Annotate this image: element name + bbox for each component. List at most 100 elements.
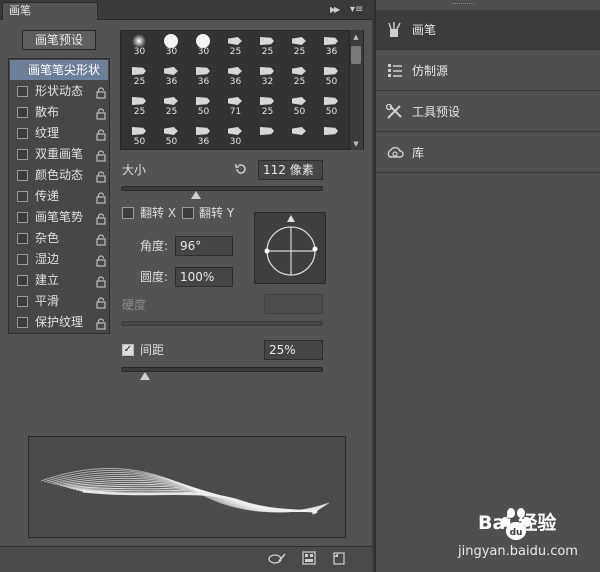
bristle-brush-icon	[164, 67, 178, 75]
option-checkbox[interactable]	[17, 233, 28, 244]
brush-tip-tile[interactable]: 25	[123, 64, 156, 88]
brush-tip-tile[interactable]: 32	[251, 64, 284, 88]
dock-item-clone-source[interactable]: 仿制源	[376, 51, 600, 91]
lock-icon[interactable]	[96, 232, 106, 246]
brush-option-row[interactable]: 散布	[10, 102, 108, 123]
brush-tip-tile[interactable]: 71	[219, 94, 252, 118]
brush-tip-tile[interactable]: 50	[283, 94, 316, 118]
toggle-live-tip-icon[interactable]	[268, 551, 286, 565]
brush-option-row[interactable]: 保护纹理	[10, 312, 108, 333]
brush-tip-tile[interactable]	[251, 124, 284, 148]
brush-tip-tile[interactable]: 25	[219, 34, 252, 58]
brush-option-row[interactable]: 建立	[10, 270, 108, 291]
brush-tip-tile[interactable]: 36	[155, 64, 188, 88]
brush-option-row[interactable]: 双重画笔	[10, 144, 108, 165]
brush-tip-tile[interactable]: 50	[315, 94, 348, 118]
lock-icon[interactable]	[96, 253, 106, 267]
size-slider-thumb[interactable]	[190, 191, 201, 199]
brush-tip-tile[interactable]: 50	[315, 64, 348, 88]
roundness-field[interactable]: 100%	[175, 267, 233, 287]
new-preset-icon[interactable]	[332, 551, 346, 565]
spacing-slider[interactable]	[121, 367, 323, 372]
brush-option-row[interactable]: 杂色	[10, 228, 108, 249]
dock-item-brush[interactable]: 画笔	[376, 10, 600, 50]
brush-size-label: 25	[261, 107, 274, 117]
lock-icon[interactable]	[96, 316, 106, 330]
brush-tip-tile[interactable]: 50	[155, 124, 188, 148]
round-brush-icon	[132, 34, 146, 48]
brush-tip-grid[interactable]: 30 30 30 25 25 25 36 25 36 36 36 32 25 50 25 25 50 71 25 50…	[120, 30, 364, 150]
brush-tip-tile[interactable]: 25	[155, 94, 188, 118]
brush-option-row[interactable]: 形状动态	[10, 81, 108, 102]
brush-option-row[interactable]: 纹理	[10, 123, 108, 144]
angle-roundness-widget[interactable]	[254, 212, 326, 284]
spacing-field[interactable]: 25%	[264, 340, 323, 360]
option-checkbox[interactable]	[17, 170, 28, 181]
brush-option-row[interactable]: 湿边	[10, 249, 108, 270]
brush-tip-tile[interactable]: 25	[283, 64, 316, 88]
option-checkbox[interactable]	[17, 128, 28, 139]
grid-view-icon[interactable]	[302, 551, 316, 565]
lock-icon[interactable]	[96, 211, 106, 225]
lock-icon[interactable]	[96, 274, 106, 288]
libraries-icon	[386, 145, 404, 161]
flip-y-checkbox[interactable]	[182, 207, 194, 219]
option-checkbox[interactable]	[17, 107, 28, 118]
dock-item-libraries[interactable]: 库	[376, 133, 600, 173]
brush-option-row[interactable]: 颜色动态	[10, 165, 108, 186]
spacing-checkbox[interactable]: ✓	[122, 344, 134, 356]
brush-tip-tile[interactable]	[315, 124, 348, 148]
lock-icon[interactable]	[96, 127, 106, 141]
panel-menu-icon[interactable]: ▾≡	[350, 4, 368, 16]
dock-item-tool-presets[interactable]: 工具预设	[376, 92, 600, 132]
collapse-icon[interactable]: ▶▶	[330, 4, 342, 16]
option-checkbox[interactable]	[17, 149, 28, 160]
brush-option-row[interactable]: 平滑	[10, 291, 108, 312]
brush-tip-tile[interactable]: 36	[187, 124, 220, 148]
bristle-brush-icon	[196, 67, 210, 75]
size-slider[interactable]	[121, 186, 323, 191]
brush-tip-tile[interactable]: 30	[187, 34, 220, 58]
size-field[interactable]: 112 像素	[258, 160, 323, 180]
brush-tip-tile[interactable]: 30	[123, 34, 156, 58]
angle-field[interactable]: 96°	[175, 236, 233, 256]
lock-icon[interactable]	[96, 295, 106, 309]
lock-icon[interactable]	[96, 169, 106, 183]
reset-size-icon[interactable]	[234, 162, 248, 176]
flip-y-label: 翻转 Y	[199, 206, 235, 220]
brush-tip-tile[interactable]: 30	[155, 34, 188, 58]
brush-tip-tile[interactable]: 36	[315, 34, 348, 58]
brush-option-row[interactable]: 画笔笔势	[10, 207, 108, 228]
option-label: 建立	[35, 273, 60, 287]
option-brush-tip-shape[interactable]: 画笔笔尖形状	[10, 60, 108, 80]
option-checkbox[interactable]	[17, 317, 28, 328]
lock-icon[interactable]	[96, 85, 106, 99]
option-checkbox[interactable]	[17, 254, 28, 265]
scroll-thumb[interactable]	[351, 46, 361, 64]
brush-tip-tile[interactable]: 36	[219, 64, 252, 88]
brush-tip-tile[interactable]: 50	[187, 94, 220, 118]
brush-tip-tile[interactable]: 25	[123, 94, 156, 118]
option-checkbox[interactable]	[17, 275, 28, 286]
lock-icon[interactable]	[96, 148, 106, 162]
brush-tip-tile[interactable]: 30	[219, 124, 252, 148]
option-checkbox[interactable]	[17, 86, 28, 97]
brush-tip-tile[interactable]: 25	[251, 94, 284, 118]
brush-tip-tile[interactable]: 25	[283, 34, 316, 58]
lock-icon[interactable]	[96, 190, 106, 204]
brush-tip-tile[interactable]: 36	[187, 64, 220, 88]
spacing-slider-thumb[interactable]	[140, 372, 151, 380]
lock-icon[interactable]	[96, 106, 106, 120]
scroll-down-icon[interactable]: ▼	[351, 139, 361, 149]
tab-brush[interactable]: 画笔	[2, 2, 98, 20]
option-checkbox[interactable]	[17, 212, 28, 223]
scroll-up-icon[interactable]: ▲	[351, 32, 361, 42]
brush-tip-tile[interactable]: 50	[123, 124, 156, 148]
option-checkbox[interactable]	[17, 191, 28, 202]
brush-tip-tile[interactable]: 25	[251, 34, 284, 58]
option-checkbox[interactable]	[17, 296, 28, 307]
flip-x-checkbox[interactable]	[122, 207, 134, 219]
brush-option-row[interactable]: 传递	[10, 186, 108, 207]
brush-tip-tile[interactable]	[283, 124, 316, 148]
brush-presets-button[interactable]: 画笔预设	[22, 30, 96, 50]
